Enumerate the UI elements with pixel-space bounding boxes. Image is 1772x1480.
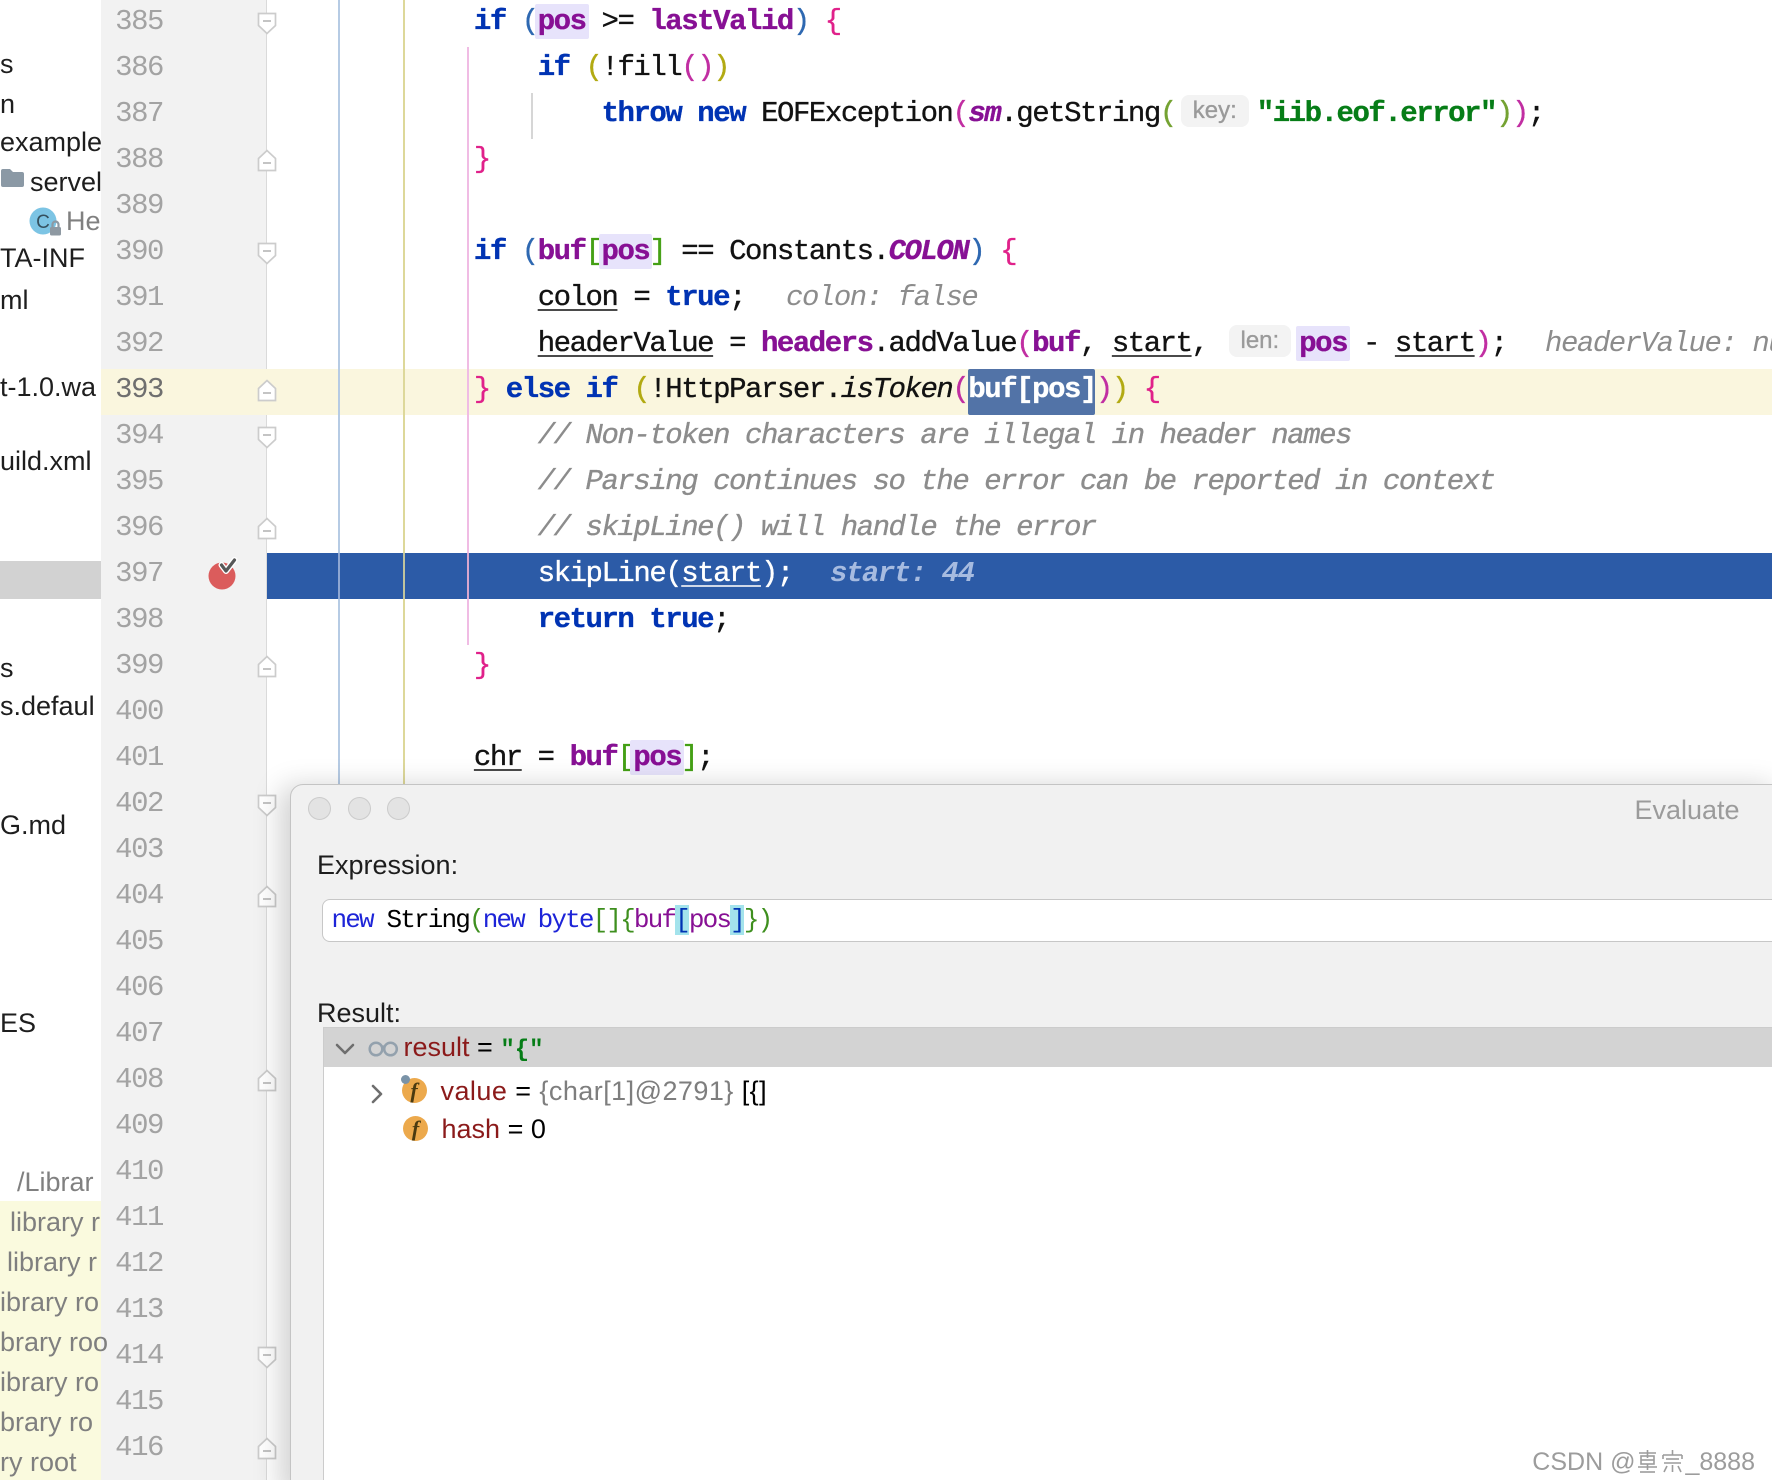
svg-text:C: C xyxy=(36,212,50,233)
